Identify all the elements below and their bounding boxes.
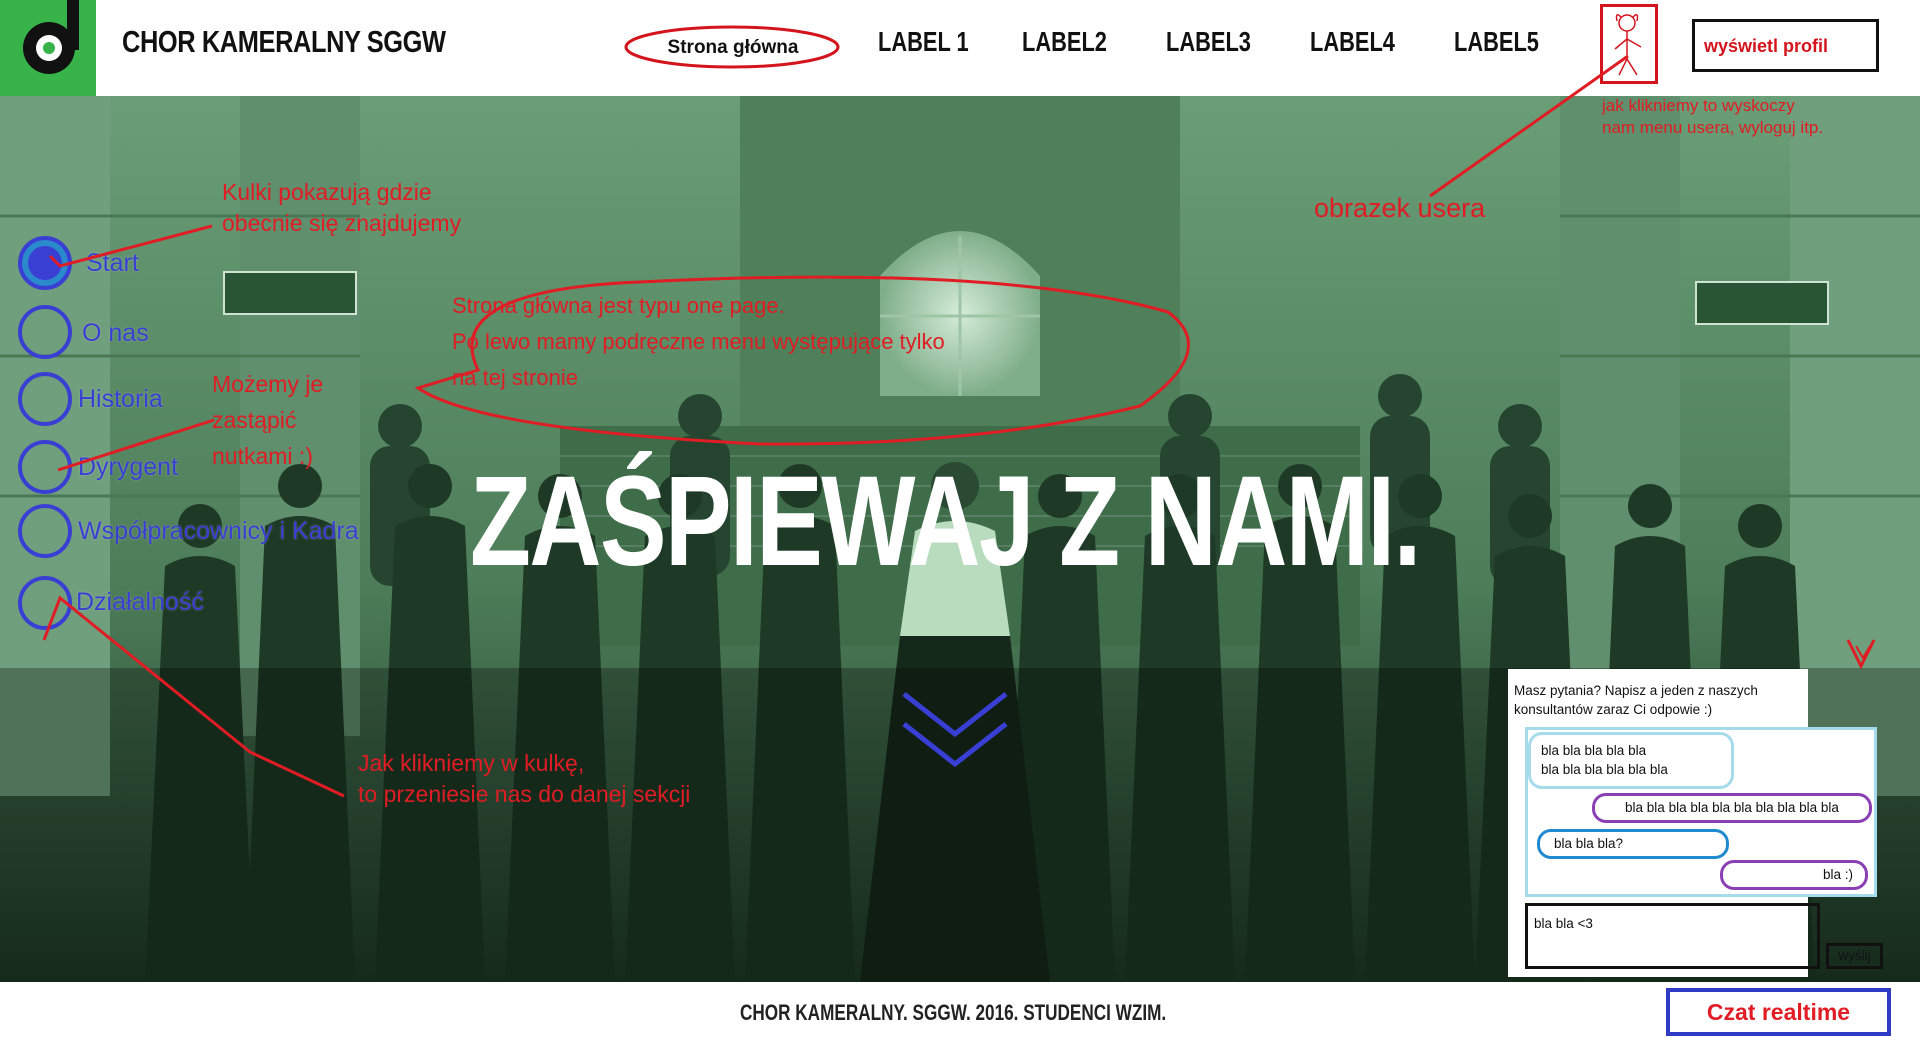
side-menu-item-activity[interactable]: Działalność <box>18 576 438 636</box>
message-line: bla bla bla bla bla bla <box>1541 762 1668 777</box>
annotation-line: Możemy je <box>212 371 324 397</box>
section-dot-icon[interactable] <box>18 576 72 630</box>
section-dot-icon[interactable] <box>18 372 72 426</box>
side-menu-label[interactable]: Historia <box>78 385 163 414</box>
annotation-line: na tej stronie <box>452 365 578 390</box>
chat-message: bla bla bla bla bla bla bla bla bla bla <box>1592 793 1872 823</box>
section-dot-icon[interactable] <box>18 440 72 494</box>
side-menu-label[interactable]: Współpracownicy i Kadra <box>78 517 359 546</box>
annotation-line: Kulki pokazują gdzie <box>222 179 432 205</box>
nav-label-5[interactable]: LABEL5 <box>1454 26 1539 58</box>
nav-label-1[interactable]: LABEL 1 <box>878 26 969 58</box>
message-line: bla :) <box>1822 867 1853 882</box>
stick-figure-icon <box>1614 14 1642 76</box>
chat-send-button[interactable]: wyślij <box>1826 943 1883 969</box>
chat-message: bla bla bla? <box>1537 829 1729 859</box>
site-title[interactable]: CHOR KAMERALNY SGGW <box>122 24 446 60</box>
nav-label-3[interactable]: LABEL3 <box>1166 26 1251 58</box>
chat-message: bla :) <box>1720 860 1868 890</box>
annotation-line: Po lewo mamy podręczne menu występujące … <box>452 329 945 354</box>
message-line: bla bla bla bla bla bla bla bla bla bla <box>1625 800 1839 815</box>
scroll-down-chevron-icon[interactable] <box>900 688 1010 770</box>
chat-intro: Masz pytania? Napisz a jeden z naszych k… <box>1514 683 1758 717</box>
side-menu-label[interactable]: Działalność <box>76 588 204 617</box>
message-line: bla bla bla? <box>1554 836 1624 851</box>
view-profile-button[interactable]: wyświetl profil <box>1692 19 1879 72</box>
nav-label-4[interactable]: LABEL4 <box>1310 26 1395 58</box>
side-menu-label[interactable]: O nas <box>82 319 149 348</box>
annotation-line: nam menu usera, wyloguj itp. <box>1602 118 1824 137</box>
annotation-user-menu: jak klikniemy to wyskoczy nam menu usera… <box>1602 95 1823 139</box>
annotation-line: zastąpić <box>212 407 297 433</box>
user-avatar[interactable] <box>1600 4 1658 84</box>
close-icon[interactable] <box>1846 634 1876 670</box>
annotation-dots: Kulki pokazują gdzie obecnie się znajduj… <box>222 177 461 239</box>
section-dot-icon[interactable] <box>18 305 72 359</box>
chat-message-input[interactable]: bla bla <3 <box>1525 903 1820 969</box>
side-menu-item-start[interactable]: Start <box>18 236 438 296</box>
annotation-user-image: obrazek usera <box>1314 193 1486 223</box>
realtime-chat-button[interactable]: Czat realtime <box>1666 988 1891 1036</box>
nav-home-link[interactable]: Strona główna <box>626 28 840 68</box>
annotation-line: Strona główna jest typu one page. <box>452 293 785 318</box>
annotation-one-page: Strona główna jest typu one page. Po lew… <box>452 288 945 396</box>
chat-message: bla bla bla bla bla bla bla bla bla bla … <box>1528 732 1734 789</box>
footer-text: CHOR KAMERALNY. SGGW. 2016. STUDENCI WZI… <box>740 1000 1167 1025</box>
annotation-line: to przeniesie nas do danej sekcji <box>358 781 691 807</box>
side-menu-label[interactable]: Dyrygent <box>78 453 178 482</box>
message-line: bla bla bla bla bla <box>1541 743 1647 758</box>
side-menu-item-about[interactable]: O nas <box>18 305 438 365</box>
music-note-icon <box>23 0 79 74</box>
nav-label-2[interactable]: LABEL2 <box>1022 26 1107 58</box>
annotation-click-dot: Jak klikniemy w kulkę, to przeniesie nas… <box>358 748 690 810</box>
annotation-line: nutkami :) <box>212 443 313 469</box>
annotation-line: Jak klikniemy w kulkę, <box>358 750 585 776</box>
annotation-line: obecnie się znajdujemy <box>222 210 462 236</box>
side-menu-item-staff[interactable]: Współpracownicy i Kadra <box>18 504 438 564</box>
side-menu-label[interactable]: Start <box>86 249 139 278</box>
section-dot-icon[interactable] <box>18 504 72 558</box>
hero-title: ZAŚPIEWAJ Z NAMI. <box>470 450 1421 593</box>
header: CHOR KAMERALNY SGGW Strona główna LABEL … <box>0 0 1920 96</box>
section-dot-icon[interactable] <box>18 236 72 290</box>
annotation-notes: Możemy je zastąpić nutkami :) <box>212 366 323 474</box>
annotation-line: jak klikniemy to wyskoczy <box>1602 96 1795 115</box>
logo[interactable] <box>0 0 96 96</box>
